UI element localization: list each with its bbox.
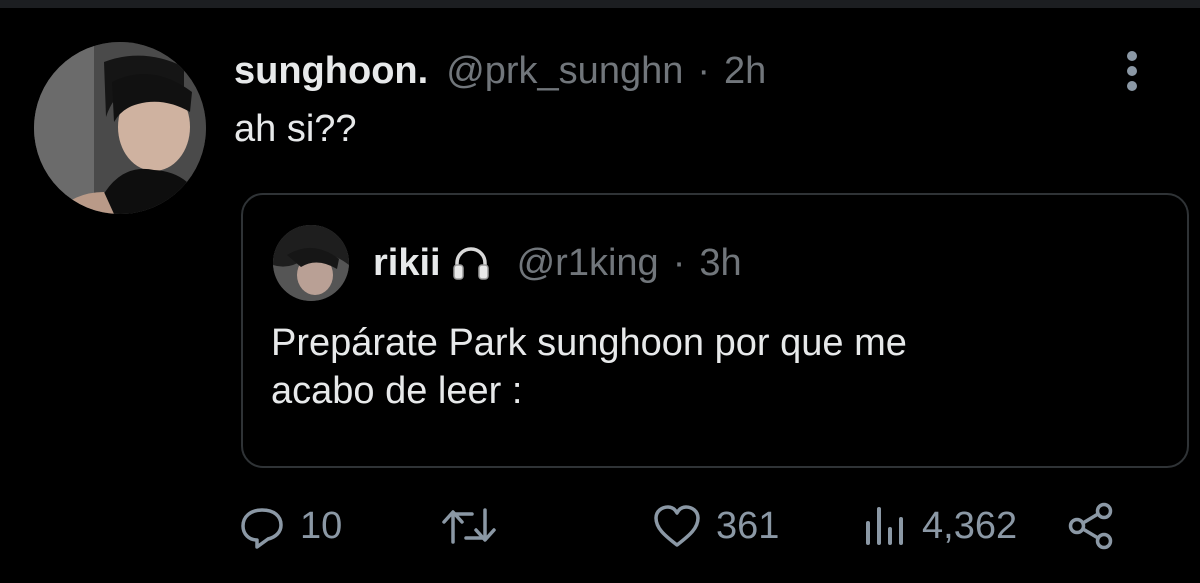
views-bar-chart-icon: [866, 507, 903, 545]
like-button[interactable]: 361: [652, 496, 779, 556]
quoted-tweet-text: Prepárate Park sunghoon por que me acabo…: [271, 319, 907, 415]
header-separator: ·: [697, 49, 711, 92]
author-avatar[interactable]: [34, 42, 206, 214]
like-count: 361: [716, 504, 780, 547]
reply-icon: [241, 508, 283, 549]
author-display-name[interactable]: sunghoon.: [234, 50, 428, 93]
quoted-header-separator: ·: [672, 241, 686, 284]
views-count: 4,362: [922, 504, 1018, 547]
tweet-header: sunghoon. @prk_sunghn · 2h: [234, 46, 766, 96]
more-vertical-icon: [1127, 51, 1137, 91]
retweet-icon: [442, 508, 496, 544]
heart-icon: [654, 505, 700, 547]
quoted-tweet-header: rikii @r1king · 3h: [373, 237, 742, 289]
quoted-tweet-card[interactable]: rikii @r1king · 3h Prepárate Park sungho…: [241, 193, 1189, 468]
reply-count: 10: [300, 504, 343, 547]
share-button[interactable]: [1066, 496, 1116, 556]
tweet-text: ah si??: [234, 108, 357, 150]
top-divider: [0, 0, 1200, 8]
quoted-timestamp[interactable]: 3h: [699, 242, 741, 285]
retweet-button[interactable]: [440, 496, 498, 556]
author-handle[interactable]: @prk_sunghn: [446, 50, 683, 93]
headphones-icon: [452, 247, 489, 280]
quoted-text-line-1: Prepárate Park sunghoon por que me: [271, 322, 907, 364]
quoted-author-display-name[interactable]: rikii: [373, 242, 441, 285]
quoted-text-line-2: acabo de leer :: [271, 370, 523, 412]
share-icon: [1068, 502, 1113, 550]
more-options-button[interactable]: [1112, 46, 1152, 96]
quoted-author-handle[interactable]: @r1king: [517, 242, 659, 285]
views-button[interactable]: 4,362: [862, 496, 1017, 556]
reply-button[interactable]: 10: [238, 496, 342, 556]
tweet-timestamp[interactable]: 2h: [724, 50, 766, 93]
quoted-author-avatar[interactable]: [273, 225, 349, 301]
